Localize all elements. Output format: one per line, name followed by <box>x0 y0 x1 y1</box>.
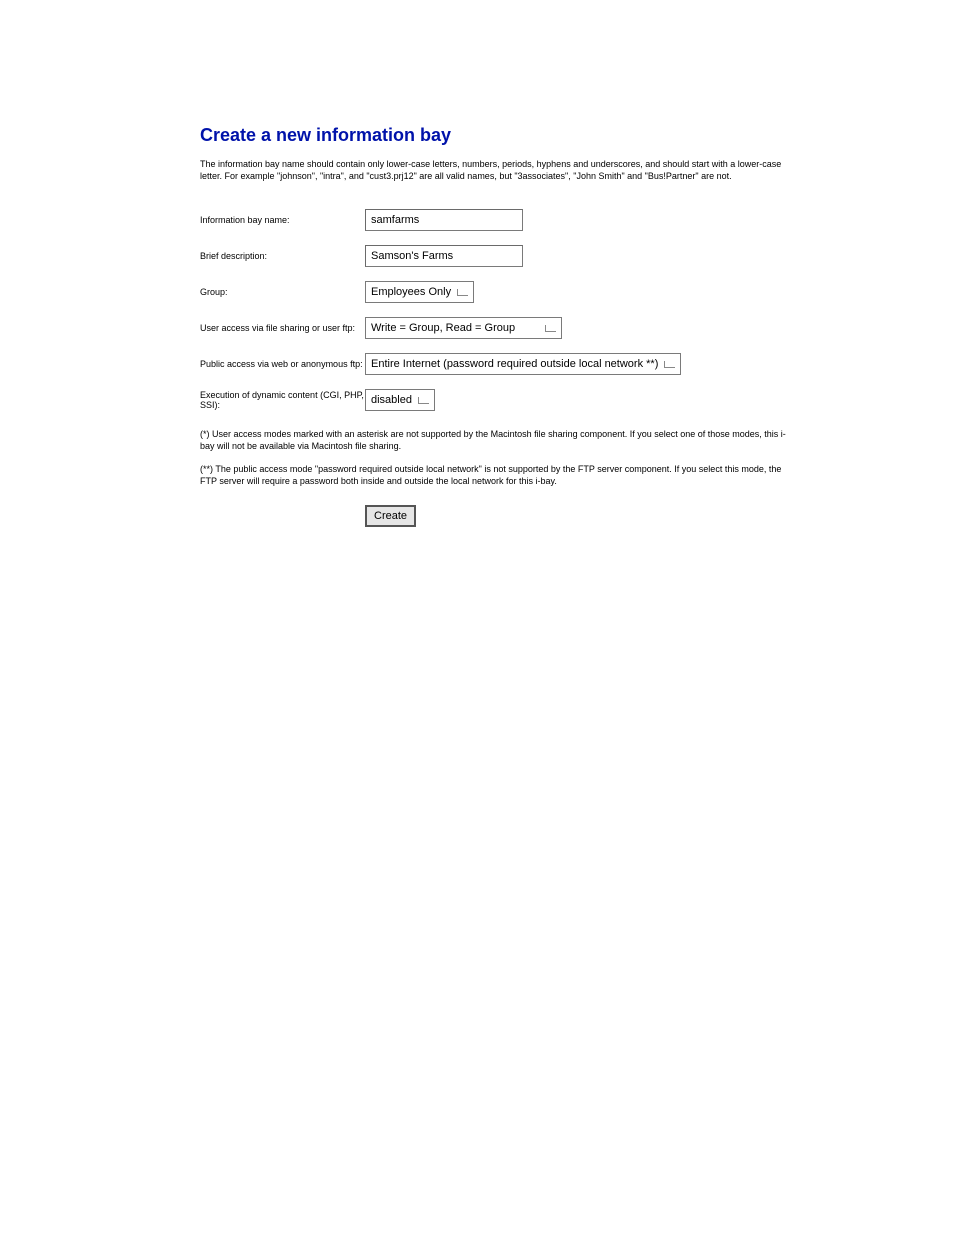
row-name: Information bay name: <box>200 202 681 238</box>
intro-text: The information bay name should contain … <box>200 158 800 182</box>
ibay-name-input[interactable] <box>365 209 523 231</box>
create-button[interactable]: Create <box>365 505 416 527</box>
dropdown-icon <box>664 361 675 368</box>
dynamic-content-select-value: disabled <box>371 394 412 406</box>
public-access-select-value: Entire Internet (password required outsi… <box>371 358 658 370</box>
footnote-2: (**) The public access mode "password re… <box>200 463 800 487</box>
row-group: Group: Employees Only <box>200 274 681 310</box>
row-dynamic: Execution of dynamic content (CGI, PHP, … <box>200 382 681 418</box>
ibay-desc-input[interactable] <box>365 245 523 267</box>
label-name: Information bay name: <box>200 202 365 238</box>
dropdown-icon <box>418 397 429 404</box>
footnote-1: (*) User access modes marked with an ast… <box>200 428 800 452</box>
group-select[interactable]: Employees Only <box>365 281 474 303</box>
dropdown-icon <box>457 289 468 296</box>
page-title: Create a new information bay <box>200 125 954 146</box>
group-select-value: Employees Only <box>371 286 451 298</box>
row-public-access: Public access via web or anonymous ftp: … <box>200 346 681 382</box>
label-public-access: Public access via web or anonymous ftp: <box>200 346 365 382</box>
dropdown-icon <box>545 325 556 332</box>
public-access-select[interactable]: Entire Internet (password required outsi… <box>365 353 681 375</box>
form-table: Information bay name: Brief description:… <box>200 202 681 418</box>
row-user-access: User access via file sharing or user ftp… <box>200 310 681 346</box>
label-dynamic: Execution of dynamic content (CGI, PHP, … <box>200 382 365 418</box>
user-access-select[interactable]: Write = Group, Read = Group <box>365 317 562 339</box>
label-desc: Brief description: <box>200 238 365 274</box>
label-user-access: User access via file sharing or user ftp… <box>200 310 365 346</box>
label-group: Group: <box>200 274 365 310</box>
row-desc: Brief description: <box>200 238 681 274</box>
user-access-select-value: Write = Group, Read = Group <box>371 322 515 334</box>
dynamic-content-select[interactable]: disabled <box>365 389 435 411</box>
